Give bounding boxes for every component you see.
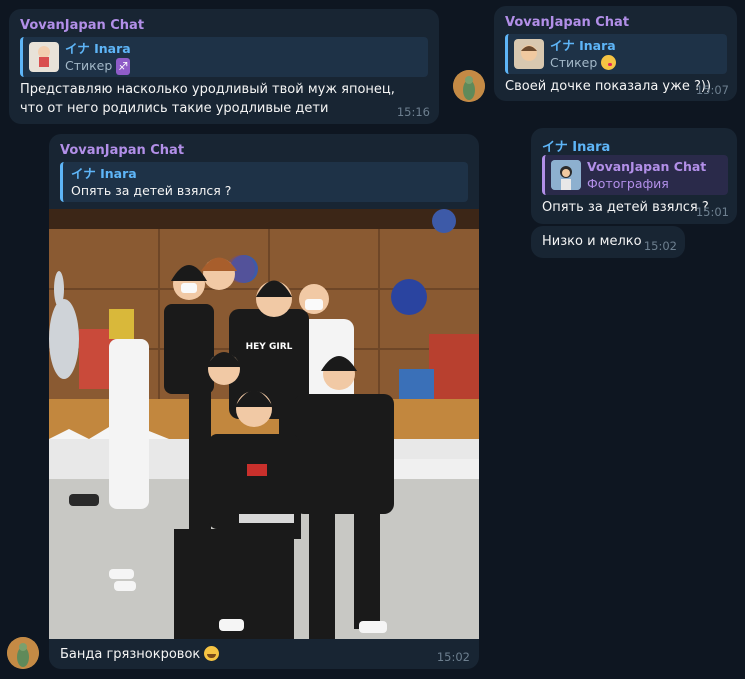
- message-time: 15:02: [643, 239, 677, 253]
- reply-author: VovanJapan Chat: [587, 159, 707, 174]
- message-time: 15:16: [396, 105, 430, 119]
- reply-text: Опять за детей взялся ?: [71, 183, 232, 198]
- message-bubble[interactable]: VovanJapan Chat イナ Inara Стикер Своей до…: [494, 6, 737, 101]
- message-sender[interactable]: VovanJapan Chat: [20, 18, 144, 33]
- reply-text: Стикер: [550, 54, 617, 71]
- sticker-thumbnail: [514, 39, 544, 69]
- sender-avatar[interactable]: [7, 637, 39, 669]
- message-sender[interactable]: VovanJapan Chat: [60, 143, 184, 158]
- message-time: 15:07: [695, 83, 729, 97]
- reply-preview[interactable]: イナ Inara Стикер ♐: [20, 37, 428, 77]
- laughing-emoji-icon: [204, 646, 220, 661]
- message-text: Опять за детей взялся ?: [542, 200, 709, 215]
- photo[interactable]: HEY GIRL: [49, 209, 479, 639]
- photo-thumbnail: [551, 160, 581, 190]
- message-sender[interactable]: イナ Inara: [542, 136, 610, 155]
- message-sender[interactable]: VovanJapan Chat: [505, 15, 629, 30]
- sticker-thumbnail: [29, 42, 59, 72]
- reply-author: イナ Inara: [550, 38, 616, 53]
- message-time: 15:02: [436, 650, 470, 664]
- message-bubble[interactable]: VovanJapan Chat イナ Inara Опять за детей …: [49, 134, 479, 669]
- sender-avatar[interactable]: [453, 70, 485, 102]
- message-bubble[interactable]: イナ Inara VovanJapan Chat Фотография Опят…: [531, 128, 737, 224]
- reply-author: イナ Inara: [71, 166, 137, 181]
- shirt-text: HEY GIRL: [246, 342, 293, 352]
- message-text: Представляю насколько уродливый твой муж…: [20, 82, 395, 116]
- message-bubble[interactable]: Низко и мелко 15:02: [531, 226, 685, 258]
- kiss-emoji-icon: [601, 55, 617, 70]
- reply-preview[interactable]: VovanJapan Chat Фотография: [542, 155, 728, 195]
- message-text: Банда грязнокровок: [60, 645, 220, 664]
- reply-text: Стикер ♐: [65, 57, 131, 75]
- message-text: Своей дочке показала уже ?)): [505, 79, 712, 94]
- message-text: Низко и мелко: [542, 234, 642, 249]
- reply-author: イナ Inara: [65, 40, 131, 56]
- reply-preview[interactable]: イナ Inara Стикер: [505, 34, 727, 74]
- reply-text: Фотография: [587, 176, 669, 191]
- message-bubble[interactable]: VovanJapan Chat イナ Inara Стикер ♐ Предст…: [9, 9, 439, 124]
- reply-preview[interactable]: イナ Inara Опять за детей взялся ?: [60, 162, 468, 202]
- sagittarius-icon: ♐: [116, 57, 131, 75]
- message-time: 15:01: [695, 205, 729, 219]
